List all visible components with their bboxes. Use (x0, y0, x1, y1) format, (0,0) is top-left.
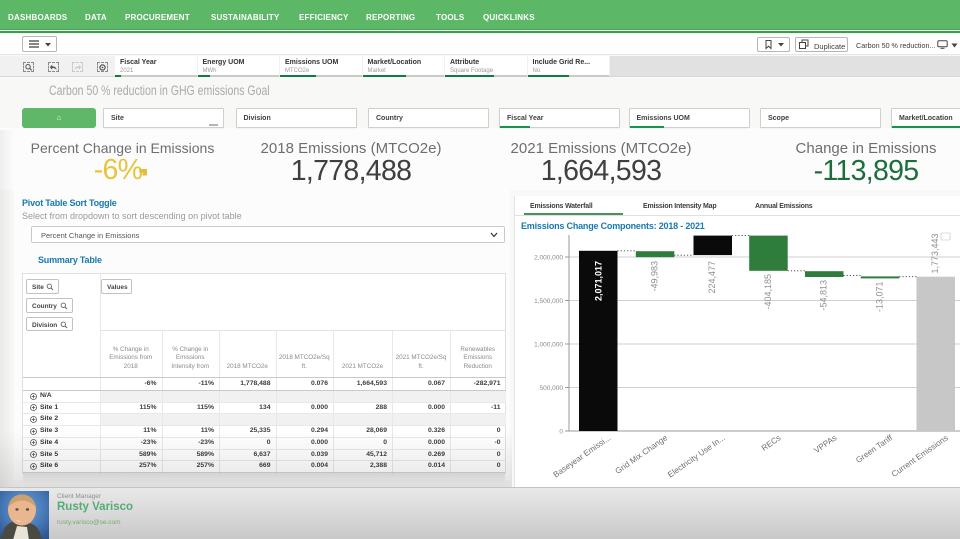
svg-text:2,000,000: 2,000,000 (534, 254, 563, 261)
svg-text:Electricity Use In...: Electricity Use In... (666, 433, 727, 479)
svg-text:-13,071: -13,071 (875, 282, 885, 313)
svg-text:1,773,443: 1,773,443 (930, 233, 940, 273)
svg-text:1,000,000: 1,000,000 (534, 341, 563, 348)
svg-text:Current Emissions: Current Emissions (890, 433, 950, 479)
svg-text:2,071,017: 2,071,017 (594, 261, 604, 301)
svg-text:RECs: RECs (760, 433, 783, 453)
svg-text:0: 0 (559, 428, 563, 435)
svg-text:-54,813: -54,813 (819, 280, 829, 311)
svg-text:VPPAs: VPPAs (812, 433, 838, 455)
svg-text:Green Tariff: Green Tariff (854, 433, 895, 465)
svg-text:1,500,000: 1,500,000 (534, 298, 563, 305)
svg-text:224,477: 224,477 (707, 261, 717, 294)
svg-text:500,000: 500,000 (540, 385, 564, 392)
svg-text:-49,983: -49,983 (650, 261, 660, 292)
svg-text:-404,185: -404,185 (763, 274, 773, 310)
svg-text:Baseyear Emissi...: Baseyear Emissi... (552, 433, 613, 479)
svg-text:Grid Mix Change: Grid Mix Change (614, 433, 670, 476)
